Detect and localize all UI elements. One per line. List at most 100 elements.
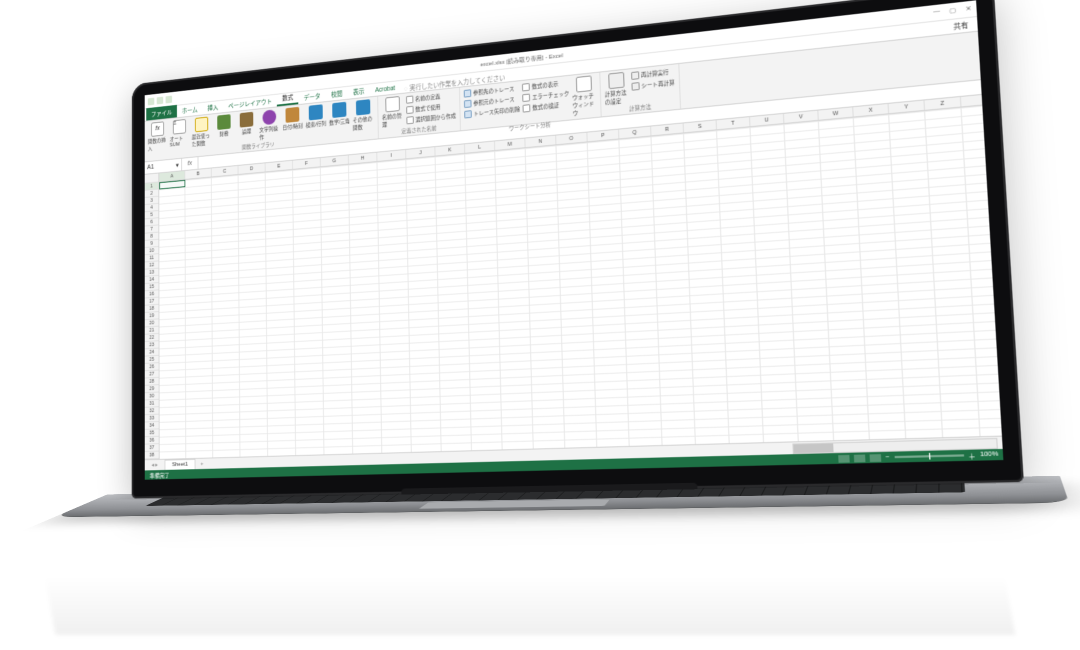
formula-icon xyxy=(522,83,530,91)
insert-function-button[interactable]: 関数の挿入 xyxy=(148,121,167,152)
lookup-icon xyxy=(309,104,323,120)
laptop-lid: excel.xlsx [読み取り専用] - Excel — ▢ ✕ ファイル ホ… xyxy=(132,0,1024,499)
calc-icon xyxy=(608,72,624,89)
column-header-X[interactable]: X xyxy=(853,104,889,117)
evaluate-formula-label: 数式の検証 xyxy=(532,101,559,111)
financial-icon xyxy=(217,114,230,130)
calc-sheet-label: シート再計算 xyxy=(641,78,675,89)
tab-insert[interactable]: 挿入 xyxy=(203,100,224,115)
qat-redo-icon[interactable] xyxy=(166,95,172,103)
evaluate-icon xyxy=(523,104,531,112)
zoom-level[interactable]: 100% xyxy=(980,451,999,458)
financial-label: 財務 xyxy=(219,130,228,138)
column-header-V[interactable]: V xyxy=(784,111,819,123)
lookup-button[interactable]: 検索/行列 xyxy=(305,104,326,129)
zoom-in-button[interactable]: ＋ xyxy=(968,450,976,460)
define-name-label: 名前の定義 xyxy=(415,93,440,103)
math-button[interactable]: 数学/三角 xyxy=(329,101,350,126)
view-page-break-button[interactable] xyxy=(870,454,882,462)
status-mode: 準備完了 xyxy=(145,470,175,479)
zoom-slider[interactable] xyxy=(894,454,963,458)
zoom-out-button[interactable]: − xyxy=(886,454,890,461)
column-header-Z[interactable]: Z xyxy=(925,97,962,110)
text-label: 文字列操作 xyxy=(259,124,280,141)
math-icon xyxy=(332,102,346,118)
sigma-icon: Σ xyxy=(173,119,186,135)
calc-now-button[interactable]: 再計算実行 xyxy=(631,66,675,80)
math-label: 数学/三角 xyxy=(329,117,350,127)
view-normal-button[interactable] xyxy=(838,454,850,462)
column-header-T[interactable]: T xyxy=(717,117,751,129)
chevron-down-icon: ▾ xyxy=(176,161,179,168)
fx-small-icon xyxy=(406,106,413,114)
arrow-up-icon xyxy=(464,89,472,97)
view-page-layout-button[interactable] xyxy=(854,454,866,462)
calc-sheet-button[interactable]: シート再計算 xyxy=(631,77,675,91)
calc-now-label: 再計算実行 xyxy=(641,68,669,79)
name-manager-label: 名前の管理 xyxy=(382,112,404,129)
calc-options-button[interactable]: 計算方法の設定 xyxy=(604,71,629,106)
column-header-U[interactable]: U xyxy=(750,114,784,126)
text-button[interactable]: 文字列操作 xyxy=(259,109,280,141)
calc-options-label: 計算方法の設定 xyxy=(605,88,629,106)
group-calculation: 計算方法の設定 再計算実行 シート再計算 計算方法 xyxy=(600,64,681,116)
show-formulas-label: 数式の表示 xyxy=(532,80,559,91)
add-sheet-button[interactable]: + xyxy=(195,461,208,467)
column-header-Q[interactable]: Q xyxy=(619,126,651,138)
more-label: その他の関数 xyxy=(353,115,375,132)
tab-review[interactable]: 校閲 xyxy=(326,86,348,101)
quick-access-toolbar[interactable] xyxy=(145,95,176,106)
arrow-down-icon xyxy=(464,100,472,108)
insert-function-label: 関数の挿入 xyxy=(148,136,167,152)
fx-icon xyxy=(151,121,164,137)
scrollbar-thumb[interactable] xyxy=(794,443,834,453)
create-from-selection-label: 選択範囲から作成 xyxy=(415,112,456,124)
column-header-P[interactable]: P xyxy=(587,130,619,142)
lookup-label: 検索/行列 xyxy=(306,120,327,129)
logical-icon xyxy=(240,112,254,128)
tab-view[interactable]: 表示 xyxy=(347,83,369,98)
watch-window-button[interactable]: ウォッチウィンドウ xyxy=(572,75,597,117)
autosum-label: オートSUM xyxy=(170,134,190,148)
row-headers[interactable]: 1234567891011121314151617181920212223242… xyxy=(145,173,160,459)
qat-save-icon[interactable] xyxy=(148,97,154,105)
financial-button[interactable]: 財務 xyxy=(214,114,234,139)
recent-label: 最近使った関数 xyxy=(192,131,212,147)
date-label: 日付/時刻 xyxy=(282,122,302,131)
tab-formulas[interactable]: 数式 xyxy=(277,90,299,107)
close-button[interactable]: ✕ xyxy=(960,4,976,13)
logical-label: 論理 xyxy=(242,127,251,135)
tag-icon xyxy=(406,95,413,103)
column-header-W[interactable]: W xyxy=(818,107,853,120)
use-in-formula-label: 数式で使用 xyxy=(415,103,440,113)
watch-icon xyxy=(576,75,592,92)
calc-sheet-icon xyxy=(631,82,639,91)
column-header-Y[interactable]: Y xyxy=(889,100,925,113)
name-manager-button[interactable]: 名前の管理 xyxy=(382,96,404,129)
qat-undo-icon[interactable] xyxy=(157,96,163,104)
watch-window-label: ウォッチウィンドウ xyxy=(572,92,596,118)
more-icon xyxy=(356,99,370,115)
name-icon xyxy=(385,96,400,112)
star-icon xyxy=(195,117,208,133)
minimize-button[interactable]: — xyxy=(929,8,945,17)
calc-now-icon xyxy=(631,71,639,80)
name-box-value: A1 xyxy=(147,164,154,171)
error-icon xyxy=(522,94,530,102)
logical-button[interactable]: 論理 xyxy=(236,111,256,136)
sheet-nav[interactable]: ◂ ▸ xyxy=(145,462,165,469)
selection-icon xyxy=(406,116,413,124)
group-defined-names: 名前の管理 名前の定義 数式で使用 選択範囲から作成 定義された名前 xyxy=(378,88,461,139)
recent-functions-button[interactable]: 最近使った関数 xyxy=(192,116,212,148)
maximize-button[interactable]: ▢ xyxy=(944,6,960,15)
column-header-S[interactable]: S xyxy=(684,120,717,132)
more-functions-button[interactable]: その他の関数 xyxy=(352,99,374,132)
column-header-R[interactable]: R xyxy=(651,123,684,135)
share-button[interactable]: 共有 xyxy=(948,16,973,33)
remove-arrows-icon xyxy=(464,110,472,118)
date-button[interactable]: 日付/時刻 xyxy=(282,106,303,131)
autosum-button[interactable]: ΣオートSUM xyxy=(170,119,190,149)
fx-button[interactable]: fx xyxy=(182,157,198,170)
text-icon xyxy=(262,109,276,125)
horizontal-scrollbar[interactable] xyxy=(792,438,998,454)
